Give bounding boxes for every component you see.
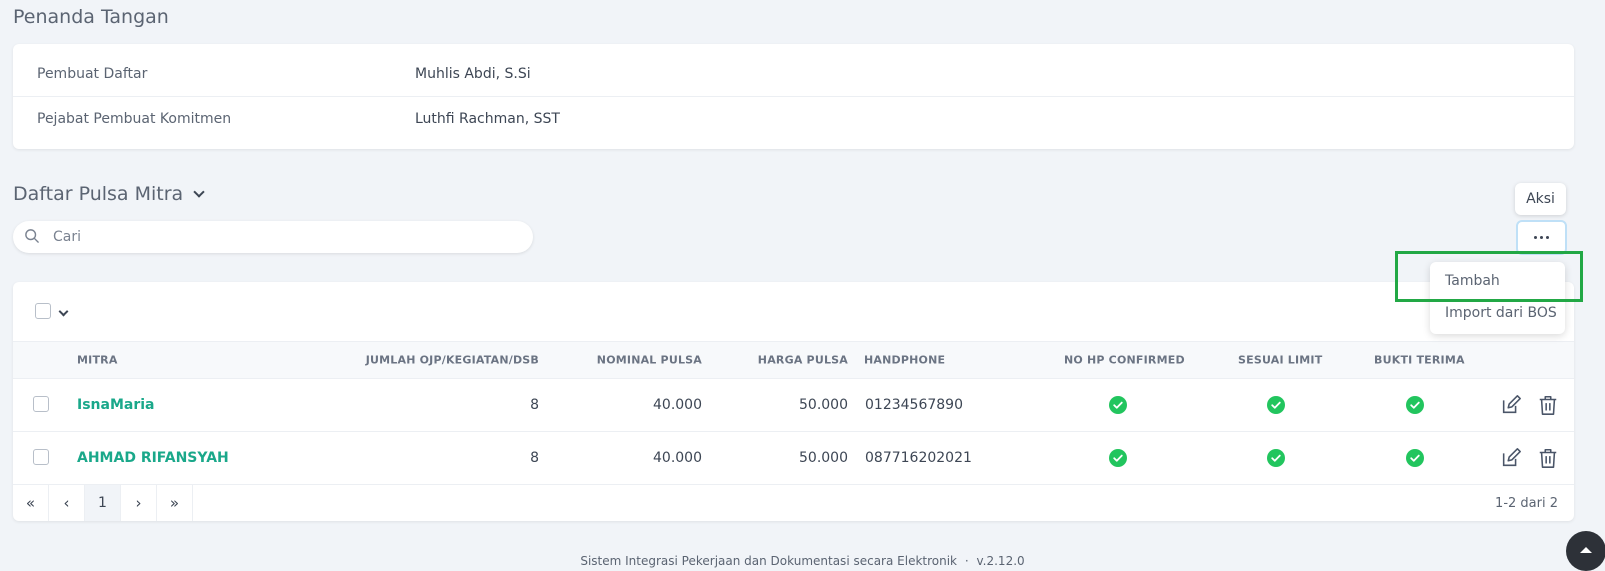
cell-handphone: 01234567890 (865, 397, 963, 413)
col-nominal: NOMINAL PULSA (596, 353, 702, 367)
edit-icon[interactable] (1500, 447, 1522, 469)
check-circle-icon (1109, 449, 1127, 467)
mitra-link[interactable]: IsnaMaria (77, 397, 155, 413)
row-checkbox[interactable] (33, 449, 49, 465)
cell-jumlah: 8 (530, 397, 539, 413)
more-actions-button[interactable] (1516, 220, 1567, 255)
col-harga: HARGA PULSA (757, 353, 848, 367)
select-all-checkbox[interactable] (35, 303, 51, 319)
cell-harga: 50.000 (799, 450, 848, 466)
col-limit: SESUAI LIMIT (1238, 353, 1323, 367)
mitra-link[interactable]: AHMAD RIFANSYAH (77, 450, 229, 466)
signature-value: Luthfi Rachman, SST (415, 111, 560, 127)
page-first-button[interactable]: « (13, 485, 49, 521)
page-next-button[interactable]: › (121, 485, 157, 521)
page-range: 1-2 dari 2 (1495, 496, 1558, 511)
footer-text: Sistem Integrasi Pekerjaan dan Dokumenta… (580, 554, 958, 568)
check-circle-icon (1109, 396, 1127, 414)
col-handphone: HANDPHONE (864, 353, 946, 367)
cell-harga: 50.000 (799, 397, 848, 413)
search-input[interactable] (53, 221, 523, 253)
signature-row: Pembuat Daftar Muhlis Abdi, S.Si (13, 51, 1574, 96)
signature-title: Penanda Tangan (13, 6, 169, 28)
table-header: MITRA JUMLAH OJP/KEGIATAN/DSB NOMINAL PU… (13, 341, 1574, 379)
chevron-down-icon[interactable] (58, 306, 69, 317)
cell-jumlah: 8 (530, 450, 539, 466)
aksi-tooltip: Aksi (1515, 183, 1566, 215)
col-jumlah: JUMLAH OJP/KEGIATAN/DSB (365, 353, 539, 367)
check-circle-icon (1406, 449, 1424, 467)
table-row: AHMAD RIFANSYAH 8 40.000 50.000 08771620… (13, 432, 1574, 485)
more-icon (1534, 236, 1537, 239)
cell-nominal: 40.000 (653, 397, 702, 413)
cell-nominal: 40.000 (653, 450, 702, 466)
check-circle-icon (1267, 449, 1285, 467)
check-circle-icon (1267, 396, 1285, 414)
pagination: « ‹ 1 › » (13, 485, 193, 521)
table-row: IsnaMaria 8 40.000 50.000 01234567890 (13, 379, 1574, 432)
signature-label: Pembuat Daftar (37, 65, 148, 82)
menu-item-tambah[interactable]: Tambah (1445, 273, 1500, 289)
signature-row: Pejabat Pembuat Komitmen Luthfi Rachman,… (13, 96, 1574, 141)
page-number-button[interactable]: 1 (85, 485, 121, 521)
footer-separator: · (964, 554, 969, 568)
signature-value: Muhlis Abdi, S.Si (415, 65, 531, 82)
edit-icon[interactable] (1500, 394, 1522, 416)
search-box[interactable] (13, 221, 533, 253)
arrow-up-icon (1580, 547, 1592, 553)
col-confirmed: NO HP CONFIRMED (1064, 353, 1185, 367)
list-title: Daftar Pulsa Mitra (13, 183, 184, 205)
col-mitra: MITRA (77, 353, 118, 367)
menu-item-import-bos[interactable]: Import dari BOS (1445, 305, 1557, 321)
trash-icon[interactable] (1537, 394, 1559, 416)
footer-version: v.2.12.0 (976, 554, 1025, 568)
signature-label: Pejabat Pembuat Komitmen (37, 111, 232, 127)
mitra-table-card: MITRA JUMLAH OJP/KEGIATAN/DSB NOMINAL PU… (13, 282, 1574, 521)
actions-dropdown: Tambah Import dari BOS (1430, 262, 1565, 334)
cell-handphone: 087716202021 (865, 450, 972, 466)
trash-icon[interactable] (1537, 447, 1559, 469)
col-bukti: BUKTI TERIMA (1374, 353, 1465, 367)
list-title-toggle[interactable]: Daftar Pulsa Mitra (13, 183, 205, 205)
row-checkbox[interactable] (33, 396, 49, 412)
scroll-top-button[interactable] (1566, 531, 1605, 571)
page-prev-button[interactable]: ‹ (49, 485, 85, 521)
search-icon (25, 229, 39, 243)
page-last-button[interactable]: » (157, 485, 193, 521)
signature-card: Pembuat Daftar Muhlis Abdi, S.Si Pejabat… (13, 44, 1574, 149)
check-circle-icon (1406, 396, 1424, 414)
chevron-down-icon (193, 186, 205, 198)
footer: Sistem Integrasi Pekerjaan dan Dokumenta… (0, 554, 1605, 568)
